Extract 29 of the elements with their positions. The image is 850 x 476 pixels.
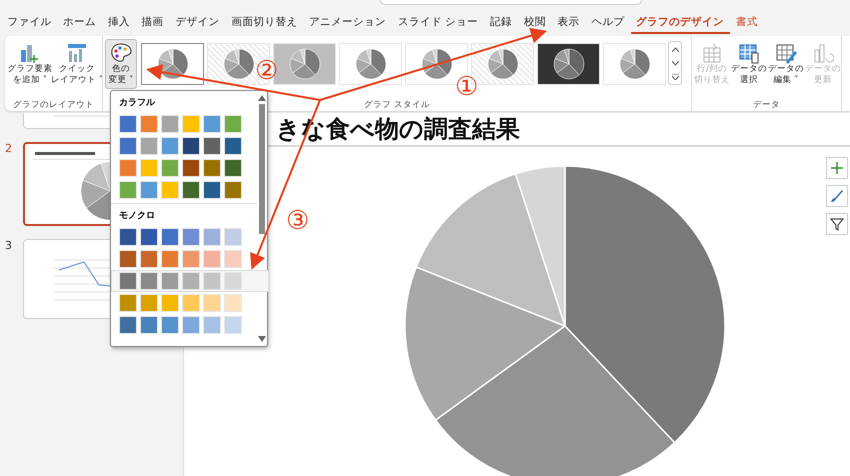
section-heading: モノクロ [118,210,156,223]
ribbon-tab[interactable]: グラフのデザイン [630,12,730,34]
ribbon-tab[interactable]: 描画 [136,12,170,34]
ribbon-tab[interactable]: ファイル [2,12,57,34]
step-number: ③ [286,208,310,234]
group-label: グラフ スタイル [364,99,430,111]
ribbon-button[interactable]: データの 編集 ˅ [768,39,804,89]
ribbon-tab[interactable]: 記録 [484,12,518,34]
group-label: データ [753,99,780,111]
ribbon-button[interactable]: クイック レイアウト ˅ [54,39,100,89]
ribbon-button[interactable]: データの 選択 [731,39,767,89]
section-heading: カラフル [118,97,156,110]
ribbon-tab[interactable]: 画面切り替え [226,12,303,34]
ribbon-tab[interactable]: 書式 [730,12,764,34]
ribbon-tab[interactable]: 挿入 [102,12,136,34]
ribbon-tab[interactable]: 表示 [552,12,585,34]
slide-number: 3 [5,239,13,252]
group-label: グラフのレイアウト [13,99,94,111]
step-number: ① [455,74,478,100]
slide-number: 2 [5,142,13,155]
ribbon-tab[interactable]: 校閲 [518,12,552,34]
ribbon-tab[interactable]: スライド ショー [392,12,484,34]
color-change-button[interactable]: 色の 変更 ˅ [105,39,137,89]
ribbon-tab[interactable]: アニメーション [304,12,392,34]
ribbon-tab[interactable]: ヘルプ [586,12,630,34]
ribbon-tab[interactable]: デザイン [170,12,225,34]
ribbon-tab[interactable]: ホーム [58,12,102,34]
step-number: ② [255,58,278,84]
ribbon-button[interactable]: グラフ要素 を追加 ˅ [7,39,53,89]
